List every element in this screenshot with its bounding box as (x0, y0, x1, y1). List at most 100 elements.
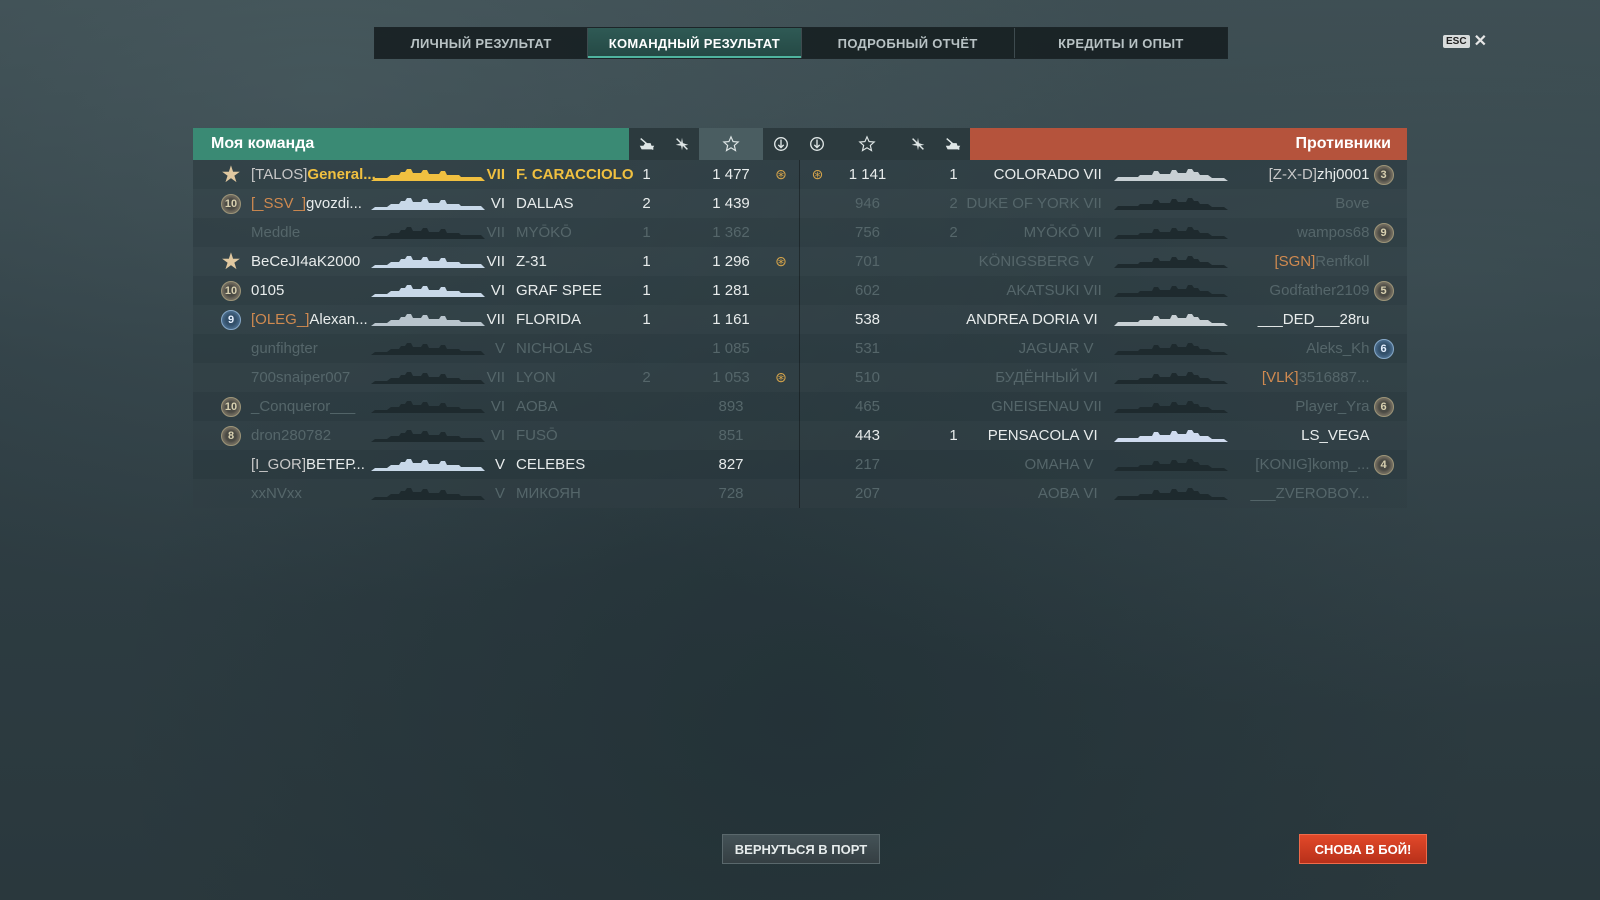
enemy-player-row[interactable]: 531 JAGUAR V Aleks_Kh 6 (798, 334, 1408, 363)
player-name-cell[interactable]: LS_VEGA (1232, 421, 1369, 450)
my-team-player-row[interactable]: xxNVxx V МИКОЯН 728 (193, 479, 799, 508)
enemy-player-row[interactable]: 217 OMAHA V [KONIG] komp_... 4 (798, 450, 1408, 479)
tab-team-result[interactable]: КОМАНДНЫЙ РЕЗУЛЬТАТ (588, 28, 802, 58)
my-team-player-row[interactable]: 10 [_SSV_] gvozdi... VI DALLAS 2 1 439 (193, 189, 799, 218)
table-row[interactable]: ★ [TALOS] General... VII F. CARACCIOLO 1 1 477… (193, 160, 1407, 189)
player-name-cell[interactable]: ___ZVEROBOY... (1232, 479, 1370, 508)
player-name-cell[interactable]: dron280782 (251, 421, 331, 450)
return-to-port-button[interactable]: ВЕРНУТЬСЯ В ПОРТ (722, 834, 880, 864)
enemy-player-row[interactable]: 701 KÖNIGSBERG V [SGN] Renfkoll (798, 247, 1408, 276)
player-name-cell[interactable]: Aleks_Kh (1232, 334, 1369, 363)
ship-name: F. CARACCIOLO (516, 166, 634, 183)
enemy-ships-sunk-icon[interactable] (936, 128, 970, 160)
ship-tier: VI (490, 398, 505, 415)
aircraft-destroyed-icon[interactable] (664, 128, 699, 160)
enemy-player-row[interactable]: 207 AOBA VI ___ZVEROBOY... (798, 479, 1408, 508)
my-team-player-row[interactable]: 9 [OLEG_] Alexan... VII FLORIDA 1 1 161 (193, 305, 799, 334)
player-name-cell[interactable]: 700snaiper007 (251, 363, 350, 392)
enemy-player-row[interactable]: 443 1 PENSACOLA VI LS_VEGA (798, 421, 1408, 450)
wreath-icon: ⊛ (775, 253, 787, 269)
ship-name: NICHOLAS (516, 340, 593, 357)
table-row[interactable]: [I_GOR] ВЕТЕР... V CELEBES 827 217 OMAHA V [KONI… (193, 450, 1407, 479)
player-name-cell[interactable]: 0105 (251, 276, 284, 305)
table-row[interactable]: 9 [OLEG_] Alexan... VII FLORIDA 1 1 161 538 ANDR… (193, 305, 1407, 334)
player-name-cell[interactable]: [KONIG] komp_... (1232, 450, 1369, 479)
player-name-cell[interactable]: [VLK] 3516887... (1232, 363, 1370, 392)
rank-badge-icon: 9 (221, 309, 241, 330)
player-name-cell[interactable]: ___DED___28ru (1232, 305, 1370, 334)
wreath-icon: ⊛ (775, 166, 787, 182)
ships-sunk-value: 1 (642, 224, 651, 241)
rank-badge-icon: 8 (221, 425, 241, 446)
close-button[interactable]: ESC ✕ (1443, 31, 1487, 51)
enemy-player-row[interactable]: 538 ANDREA DORIA VI ___DED___28ru (798, 305, 1408, 334)
ship-name: PENSACOLA (987, 427, 1080, 444)
player-name-cell[interactable]: [_SSV_] gvozdi... (251, 189, 362, 218)
enemy-player-row[interactable]: ⊛ 1 141 1 COLORADO VII [Z-X-D] zhj0001 3 (798, 160, 1408, 189)
table-row[interactable]: 8 dron280782 VI FUSŌ 851 443 1 PENSACOLA VI LS_VE… (193, 421, 1407, 450)
ships-sunk-value: 2 (642, 369, 651, 386)
my-team-player-row[interactable]: 8 dron280782 VI FUSŌ 851 (193, 421, 799, 450)
table-row[interactable]: gunfihgter V NICHOLAS 1 085 531 JAGUAR V Aleks_… (193, 334, 1407, 363)
my-team-player-row[interactable]: Meddle VII MYŌKŌ 1 1 362 (193, 218, 799, 247)
player-badge: ★ (221, 247, 241, 276)
player-name-cell[interactable]: [Z-X-D] zhj0001 (1232, 160, 1370, 189)
enemy-player-row[interactable]: 602 AKATSUKI VII Godfather2109 5 (798, 276, 1408, 305)
my-team-player-row[interactable]: 10 _Conqueror___ VI AOBA 893 (193, 392, 799, 421)
player-name-cell[interactable]: Godfather2109 (1232, 276, 1369, 305)
player-badge: 9 (1373, 218, 1394, 247)
enemy-player-row[interactable]: 756 2 MYŌKŌ VII wampos68 9 (798, 218, 1408, 247)
my-team-player-row[interactable]: [I_GOR] ВЕТЕР... V CELEBES 827 (193, 450, 799, 479)
my-team-player-row[interactable]: ★ BeCeJI4aK2000 VII Z-31 1 1 296 ⊛ (193, 247, 799, 276)
my-team-player-row[interactable]: 10 0105 VI GRAF SPEE 1 1 281 (193, 276, 799, 305)
enemy-player-row[interactable]: 946 2 DUKE OF YORK VII Bove (798, 189, 1408, 218)
player-name-cell[interactable]: Bove (1232, 189, 1369, 218)
table-row[interactable]: 700snaiper007 VII LYON 2 1 053 ⊛ 510 БУДЁННЫЙ VI… (193, 363, 1407, 392)
enemy-player-row[interactable]: 465 GNEISENAU VII Player_Yra 6 (798, 392, 1408, 421)
ship-silhouette-icon (369, 479, 487, 508)
player-name: _Conqueror___ (251, 398, 356, 415)
my-team-player-row[interactable]: 700snaiper007 VII LYON 2 1 053 ⊛ (193, 363, 799, 392)
player-badge: ★ (221, 160, 241, 189)
player-name: xxNVxx (251, 485, 302, 502)
score-value: 1 085 (712, 340, 750, 357)
player-name-cell[interactable]: xxNVxx (251, 479, 302, 508)
my-team-player-row[interactable]: gunfihgter V NICHOLAS 1 085 (193, 334, 799, 363)
player-name-cell[interactable]: Meddle (251, 218, 300, 247)
table-row[interactable]: Meddle VII MYŌKŌ 1 1 362 756 2 MYŌKŌ VII wampos68… (193, 218, 1407, 247)
table-row[interactable]: 10 [_SSV_] gvozdi... VI DALLAS 2 1 439 946 2 DUKE… (193, 189, 1407, 218)
my-team-player-row[interactable]: ★ [TALOS] General... VII F. CARACCIOLO 1 1 477… (193, 160, 799, 189)
tab-detailed-report[interactable]: ПОДРОБНЫЙ ОТЧЁТ (802, 28, 1015, 58)
player-name-cell[interactable]: [SGN] Renfkoll (1232, 247, 1369, 276)
battle-again-button[interactable]: СНОВА В БОЙ! (1299, 834, 1427, 864)
tab-credits-xp[interactable]: КРЕДИТЫ И ОПЫТ (1015, 28, 1227, 58)
player-name-cell[interactable]: wampos68 (1232, 218, 1370, 247)
table-row[interactable]: ★ BeCeJI4aK2000 VII Z-31 1 1 296 ⊛ 701 KÖNIGSBER… (193, 247, 1407, 276)
enemy-score-star-icon[interactable] (835, 128, 899, 160)
rank-badge-icon: 3 (1373, 164, 1394, 185)
score-value: 1 053 (712, 369, 750, 386)
player-name-cell[interactable]: [I_GOR] ВЕТЕР... (251, 450, 365, 479)
wreath-icon[interactable] (763, 128, 799, 160)
player-name-cell[interactable]: _Conqueror___ (251, 392, 355, 421)
table-row[interactable]: xxNVxx V МИКОЯН 728 207 AOBA VI ___ZVEROBOY... (193, 479, 1407, 508)
player-name: gunfihgter (251, 340, 318, 357)
enemy-wreath-icon[interactable] (799, 128, 835, 160)
ship-silhouette-icon (1112, 189, 1230, 218)
ship-silhouette-icon (1112, 305, 1230, 334)
ship-silhouette-icon (369, 160, 487, 189)
player-name-cell[interactable]: [TALOS] General... (251, 160, 376, 189)
player-clan-tag: [I_GOR] (251, 456, 307, 473)
tab-personal-result[interactable]: ЛИЧНЫЙ РЕЗУЛЬТАТ (375, 28, 589, 58)
enemy-aircraft-destroyed-icon[interactable] (899, 128, 936, 160)
player-name-cell[interactable]: [OLEG_] Alexan... (251, 305, 368, 334)
score-star-icon[interactable] (699, 128, 763, 160)
player-name-cell[interactable]: gunfihgter (251, 334, 318, 363)
player-name-cell[interactable]: BeCeJI4aK2000 (251, 247, 360, 276)
player-name-cell[interactable]: Player_Yra (1232, 392, 1369, 421)
ships-sunk-icon[interactable] (629, 128, 664, 160)
enemy-player-row[interactable]: 510 БУДЁННЫЙ VI [VLK] 3516887... (798, 363, 1408, 392)
table-row[interactable]: 10 0105 VI GRAF SPEE 1 1 281 602 AKATSUKI VII God… (193, 276, 1407, 305)
my-team-title: Моя команда (193, 128, 629, 160)
table-row[interactable]: 10 _Conqueror___ VI AOBA 893 465 GNEISENAU VII P… (193, 392, 1407, 421)
